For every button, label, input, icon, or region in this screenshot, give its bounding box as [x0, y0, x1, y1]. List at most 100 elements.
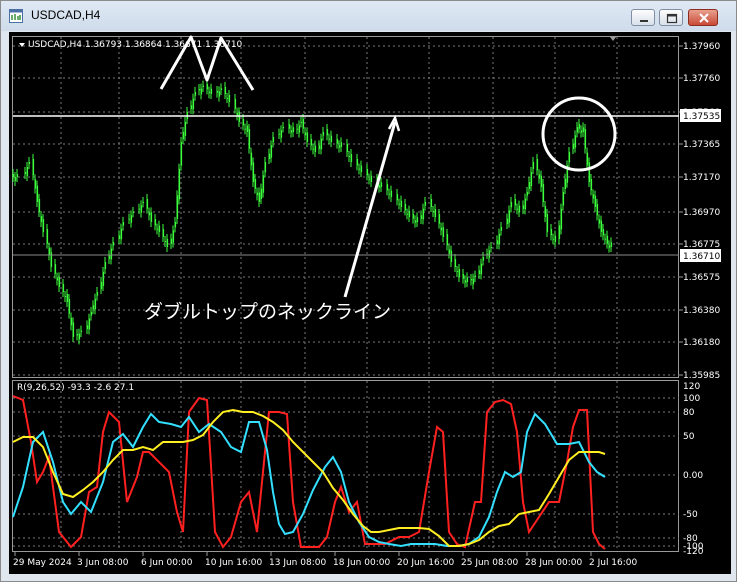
price-tick-label: 1.37960: [683, 42, 720, 52]
candle-body: [238, 112, 241, 122]
candle-body: [522, 205, 525, 209]
close-icon: [699, 13, 709, 23]
candle-body: [496, 240, 499, 244]
candle-body: [454, 259, 457, 267]
candle-body: [272, 137, 275, 143]
candle-body: [170, 238, 173, 244]
candle-body: [446, 234, 449, 246]
candle-body: [288, 124, 291, 129]
chart-shift-marker-icon[interactable]: [610, 37, 616, 41]
candle-body: [578, 124, 581, 129]
candle-body: [450, 250, 453, 262]
candle-body: [100, 282, 103, 289]
candle-body: [340, 142, 343, 147]
candle-body: [580, 130, 583, 133]
candle-body: [180, 142, 183, 166]
candle-body: [198, 89, 201, 91]
candle-body: [194, 92, 197, 96]
candle-body: [482, 257, 485, 261]
candle-body: [210, 88, 213, 94]
candle-body: [440, 227, 443, 231]
main-chart-frame: [12, 36, 679, 378]
indicator-tick-label: 100: [683, 394, 700, 404]
candle-body: [190, 105, 193, 109]
close-button[interactable]: [688, 9, 718, 26]
candle-body: [328, 138, 331, 140]
candle-body: [104, 262, 107, 269]
price-tick-label: 1.36380: [683, 306, 720, 316]
candle-body: [330, 135, 333, 142]
candle-body: [420, 215, 423, 219]
indicator-tick-label: 80: [683, 408, 695, 418]
candle-body: [182, 132, 185, 139]
candle-body: [448, 249, 451, 254]
candle-body: [242, 119, 245, 126]
candle-body: [552, 238, 555, 240]
candle-body: [178, 168, 181, 200]
candle-body: [140, 205, 143, 213]
candle-body: [434, 209, 437, 217]
candle-body: [400, 200, 403, 207]
maximize-button[interactable]: [659, 9, 683, 26]
candle-body: [590, 179, 593, 191]
candle-body: [68, 299, 71, 314]
candle-body: [26, 167, 29, 176]
candle-body: [174, 222, 177, 228]
candle-body: [464, 280, 467, 283]
candle-body: [404, 204, 407, 211]
candle-body: [562, 192, 565, 206]
candle-body: [14, 177, 17, 181]
candle-body: [558, 225, 561, 239]
candle-body: [250, 152, 253, 166]
candle-body: [270, 145, 273, 158]
indicator-frame: [12, 380, 679, 552]
candle-body: [368, 178, 371, 180]
candle-body: [58, 277, 61, 287]
candle-body: [226, 98, 229, 99]
candle-body: [530, 172, 533, 186]
candle-body: [544, 206, 547, 217]
candle-body: [582, 127, 585, 132]
indicator-lines: [12, 395, 606, 550]
candle-body: [80, 330, 83, 332]
candle-body: [120, 228, 123, 240]
indicator-tick-label: -50: [683, 510, 698, 520]
main-chart-header: USDCAD,H4 1.36793 1.36864 1.36671 1.3671…: [28, 40, 243, 50]
candle-body: [532, 162, 535, 169]
time-tick-label: 20 Jun 16:00: [397, 558, 454, 568]
candle-body: [228, 95, 231, 102]
time-tick-label: 18 Jun 00:00: [333, 558, 390, 568]
neckline-price-label: 1.37535: [683, 112, 720, 122]
minimize-button[interactable]: [631, 9, 655, 26]
candle-body: [390, 190, 393, 197]
candle-body: [424, 202, 427, 206]
candle-body: [258, 192, 261, 202]
price-chart[interactable]: ダブルトップのネックライン USDCAD,H4 1.36793 1.36864 …: [9, 32, 731, 574]
chart-area[interactable]: ダブルトップのネックライン USDCAD,H4 1.36793 1.36864 …: [9, 32, 731, 574]
candle-body: [64, 296, 67, 297]
candle-body: [248, 129, 251, 149]
candle-body: [412, 214, 415, 219]
candle-body: [378, 185, 381, 188]
candle-body: [598, 219, 601, 224]
title-bar[interactable]: USDCAD,H4: [1, 1, 736, 31]
candle-body: [236, 112, 239, 116]
candle-body: [326, 129, 329, 136]
candle-body: [432, 211, 435, 212]
candle-body: [130, 215, 133, 223]
price-tick-label: 1.37170: [683, 173, 720, 183]
candle-body: [200, 88, 203, 95]
candle-body: [246, 125, 249, 132]
candle-body: [298, 125, 301, 133]
candle-body: [86, 325, 89, 329]
indicator-tick-label: 120: [683, 382, 700, 392]
candle-body: [260, 188, 263, 199]
candle-body: [518, 205, 521, 212]
highlight-circle: [541, 96, 617, 172]
candle-body: [176, 195, 179, 219]
candle-body: [110, 248, 113, 260]
candle-body: [572, 143, 575, 149]
candle-body: [360, 165, 363, 172]
candle-body: [336, 139, 339, 144]
candle-body: [386, 184, 389, 191]
